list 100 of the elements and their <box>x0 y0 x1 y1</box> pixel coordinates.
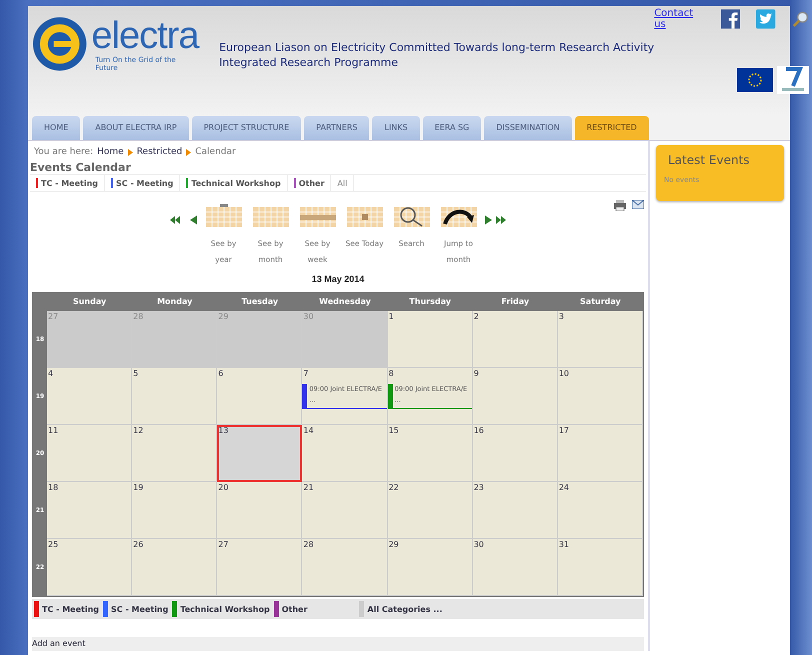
day-number[interactable]: 12 <box>132 425 216 435</box>
day-cell[interactable]: 3 <box>558 311 643 368</box>
logo-text: electra <box>91 16 200 56</box>
number-seven-icon <box>777 66 810 94</box>
day-number[interactable]: 10 <box>558 368 642 378</box>
category-filter[interactable]: TC - Meeting <box>30 175 106 191</box>
search-icon[interactable] <box>792 9 810 29</box>
day-cell[interactable]: 29 <box>388 539 473 596</box>
day-number[interactable]: 26 <box>132 539 216 549</box>
day-number[interactable]: 18 <box>47 482 132 492</box>
day-number[interactable]: 6 <box>217 368 302 378</box>
day-cell[interactable]: 25 <box>47 539 132 596</box>
arrow-icon[interactable] <box>128 148 133 156</box>
day-cell[interactable]: 23 <box>472 482 558 539</box>
contact-link[interactable]: Contact us <box>654 8 702 30</box>
day-cell[interactable]: 6 <box>217 368 302 425</box>
category-filter[interactable]: Technical Workshop <box>180 175 288 191</box>
day-number[interactable]: 30 <box>472 539 557 549</box>
weekday-header: Tuesday <box>240 296 280 308</box>
add-event-link[interactable]: Add an event <box>32 637 644 651</box>
legend-item[interactable]: Technical Workshop <box>170 601 272 617</box>
breadcrumb-link[interactable]: Restricted <box>136 147 182 157</box>
facebook-icon[interactable] <box>721 8 740 30</box>
day-number[interactable]: 29 <box>388 539 472 549</box>
day-cell[interactable]: 24 <box>558 482 643 539</box>
day-number[interactable]: 27 <box>217 539 302 549</box>
category-filter[interactable]: All <box>331 175 354 191</box>
day-number[interactable]: 23 <box>472 482 557 492</box>
today-grid-icon[interactable] <box>346 204 382 228</box>
day-cell[interactable]: 11 <box>47 425 132 482</box>
day-cell[interactable]: 2 <box>472 311 558 368</box>
arrow-icon[interactable] <box>186 148 192 156</box>
nav-tab[interactable]: HOME <box>32 116 80 140</box>
day-number[interactable]: 16 <box>472 425 557 435</box>
bird-icon[interactable] <box>756 8 776 30</box>
nav-tab[interactable]: DISSEMINATION <box>484 116 572 140</box>
nav-tab[interactable]: RESTRICTED <box>574 116 649 140</box>
nav-tab[interactable]: PARTNERS <box>304 116 370 140</box>
day-cell[interactable]: 21 <box>302 482 388 539</box>
printer-icon[interactable] <box>614 200 626 211</box>
nav-tab[interactable]: EERA SG <box>422 116 482 140</box>
day-cell[interactable]: 1 <box>388 311 473 368</box>
day-cell[interactable]: 31 <box>558 539 643 596</box>
breadcrumb-link[interactable]: Home <box>97 147 124 157</box>
day-number[interactable]: 11 <box>47 425 132 435</box>
day-number[interactable]: 20 <box>217 482 302 492</box>
day-number[interactable]: 28 <box>302 539 387 549</box>
weekday-header: Saturday <box>579 296 622 308</box>
day-number[interactable]: 31 <box>558 539 642 549</box>
legend-item[interactable]: TC - Meeting <box>32 601 102 617</box>
day-cell[interactable]: 14 <box>302 425 388 482</box>
day-number[interactable]: 19 <box>132 482 216 492</box>
day-cell[interactable]: 18 <box>47 482 132 539</box>
day-cell[interactable]: 30 <box>472 539 558 596</box>
day-cell[interactable]: 15 <box>388 425 473 482</box>
day-cell[interactable]: 4 <box>47 368 132 425</box>
left-arrow-icon[interactable] <box>190 215 198 225</box>
day-cell[interactable]: 22 <box>388 482 473 539</box>
day-number[interactable]: 1 <box>388 311 472 321</box>
day-cell[interactable]: 17 <box>558 425 643 482</box>
day-number[interactable]: 15 <box>388 425 472 435</box>
day-number[interactable]: 25 <box>47 539 132 549</box>
day-number[interactable]: 2 <box>472 311 557 321</box>
day-number[interactable]: 14 <box>302 425 387 435</box>
day-cell[interactable]: 27 <box>217 539 302 596</box>
day-number[interactable]: 3 <box>558 311 642 321</box>
year-grid-icon[interactable] <box>206 204 242 228</box>
day-cell[interactable]: 28 <box>302 539 388 596</box>
day-cell[interactable]: 12 <box>132 425 218 482</box>
day-number[interactable]: 9 <box>472 368 557 378</box>
day-cell[interactable]: 20 <box>217 482 302 539</box>
right-arrow-icon[interactable] <box>484 215 492 225</box>
day-number[interactable]: 5 <box>132 368 216 378</box>
legend-item[interactable]: SC - Meeting <box>101 601 170 617</box>
day-cell[interactable]: 26 <box>132 539 218 596</box>
day-number[interactable]: 22 <box>388 482 472 492</box>
day-cell[interactable]: 10 <box>558 368 643 425</box>
day-cell[interactable]: 19 <box>132 482 218 539</box>
day-number[interactable]: 21 <box>302 482 387 492</box>
day-number[interactable]: 17 <box>558 425 642 435</box>
nav-tab[interactable]: ABOUT ELECTRA IRP <box>83 116 189 140</box>
day-number[interactable]: 4 <box>47 368 132 378</box>
breadcrumb-label: You are here: <box>34 147 94 157</box>
day-number[interactable]: 13 <box>217 425 302 435</box>
day-number[interactable]: 7 <box>302 368 387 378</box>
legend-item[interactable]: Other <box>272 601 310 617</box>
day-cell[interactable]: 5 <box>132 368 218 425</box>
category-filter[interactable]: SC - Meeting <box>105 175 180 191</box>
envelope-icon[interactable] <box>632 200 644 209</box>
nav-tab[interactable]: PROJECT STRUCTURE <box>192 116 302 140</box>
category-filter[interactable]: Other <box>288 175 332 191</box>
nav-tab[interactable]: LINKS <box>372 116 420 140</box>
day-number[interactable]: 8 <box>388 368 472 378</box>
legend-item[interactable]: All Categories ... <box>357 601 444 617</box>
day-number[interactable]: 24 <box>558 482 642 492</box>
day-cell[interactable]: 16 <box>472 425 558 482</box>
magnifier-icon[interactable] <box>394 204 430 228</box>
weekday-header: Thursday <box>408 296 452 308</box>
day-cell[interactable]: 9 <box>472 368 558 425</box>
day-cell[interactable]: 13 <box>217 425 302 482</box>
